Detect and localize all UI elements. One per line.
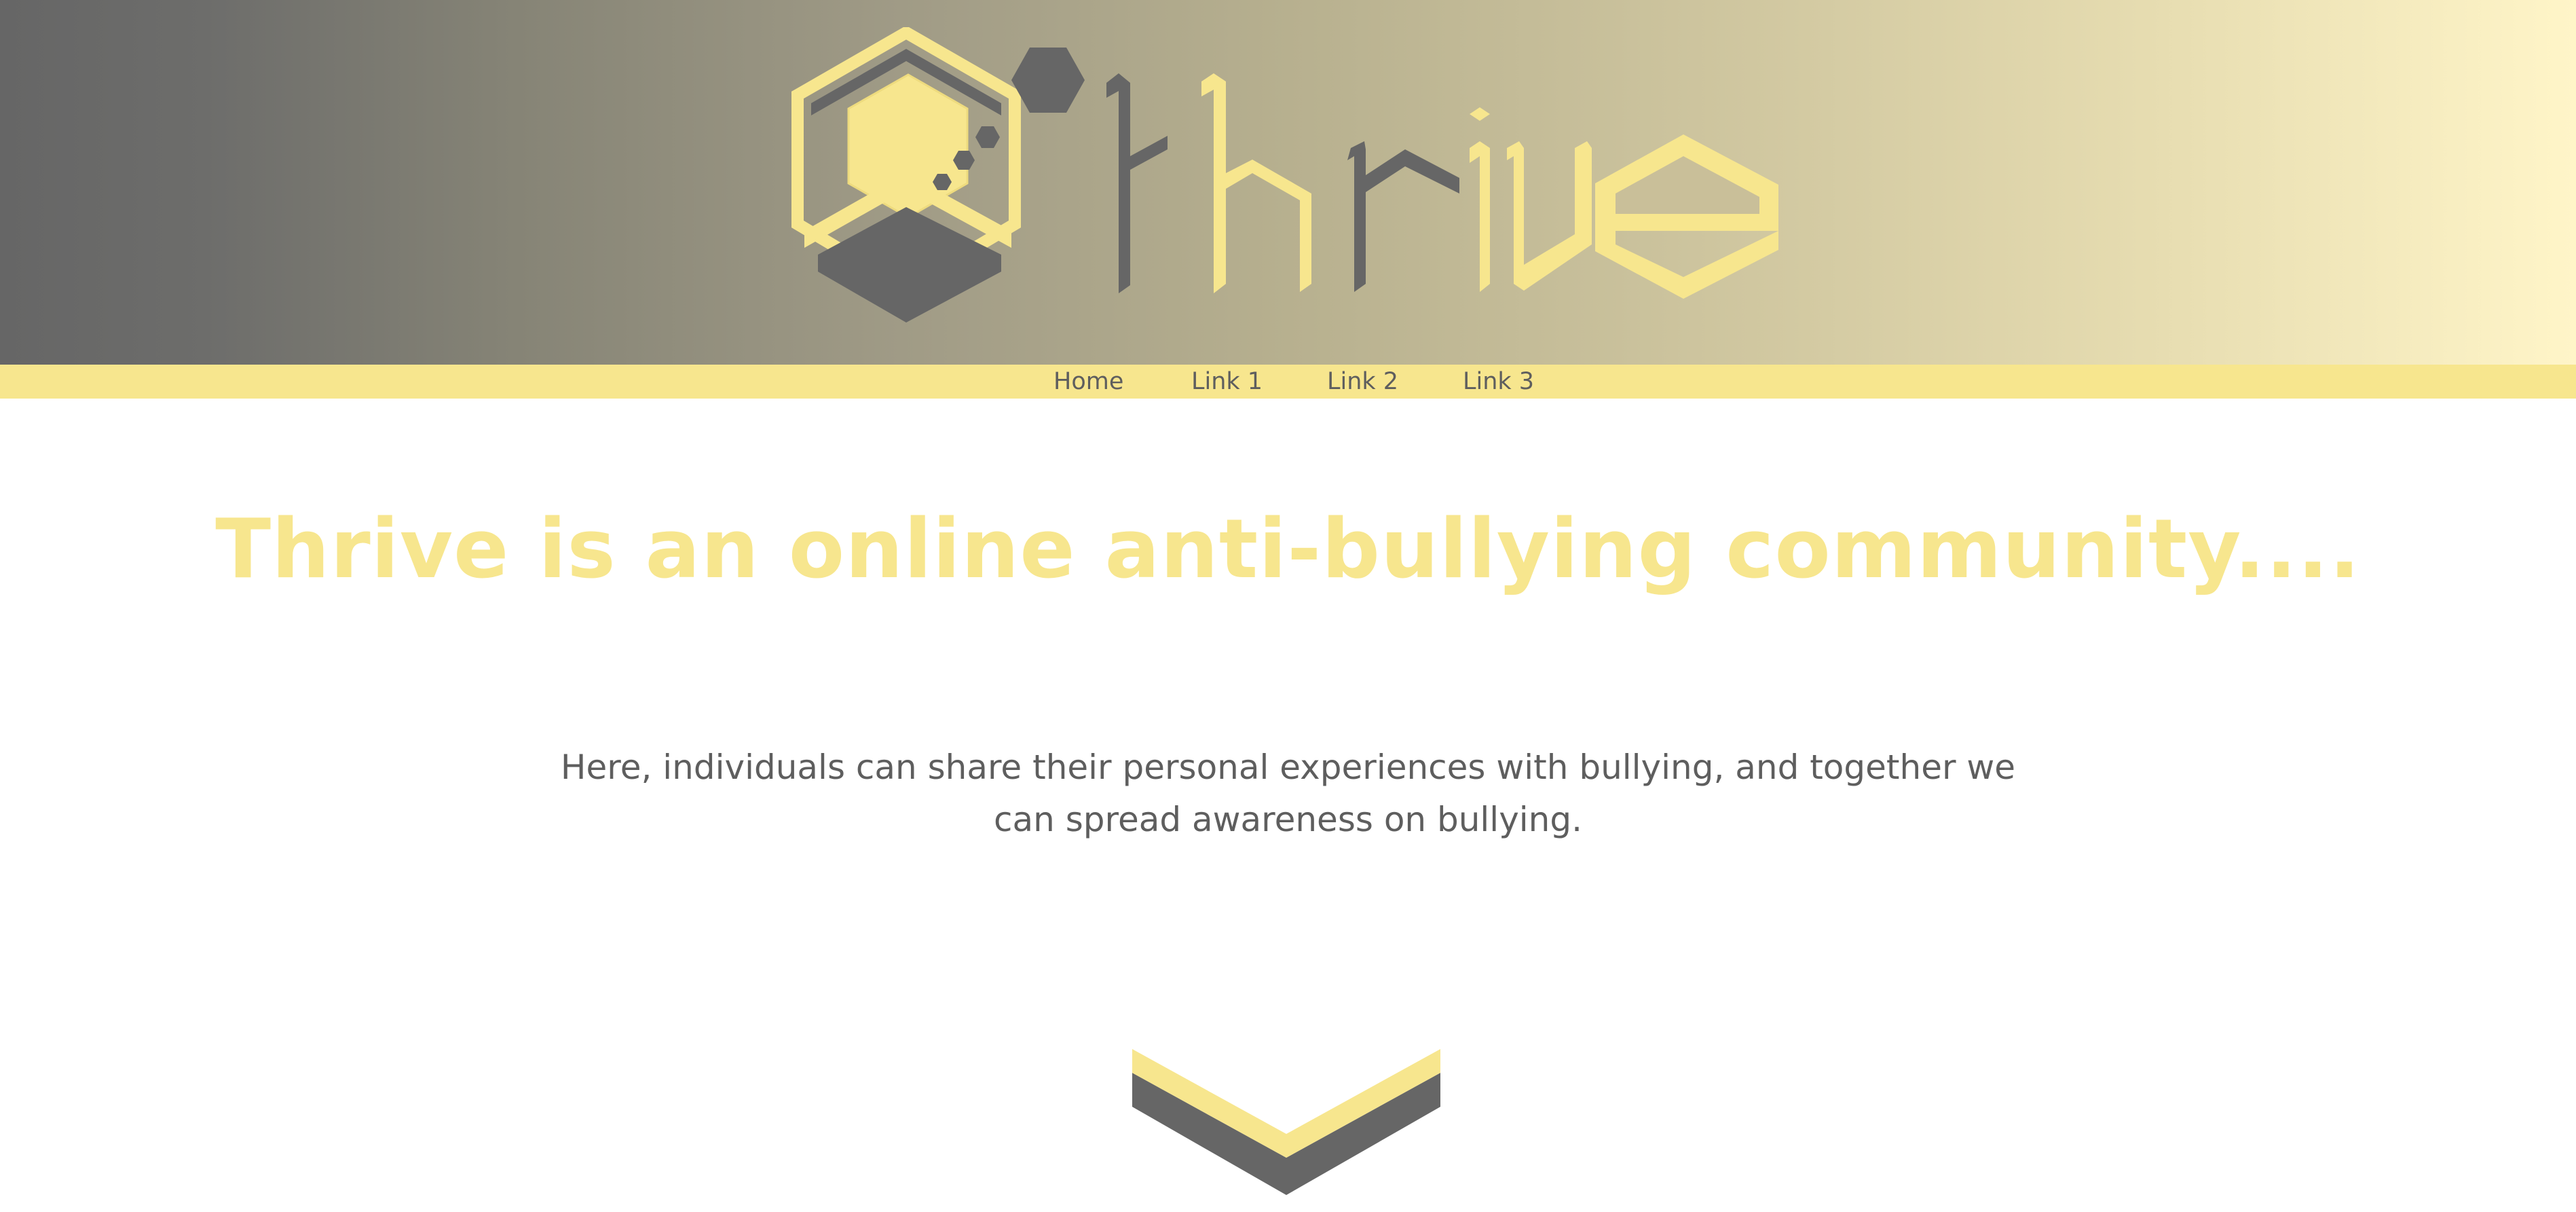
nav-link-home[interactable]: Home [1053, 365, 1123, 399]
nav-link-1[interactable]: Link 1 [1191, 365, 1263, 399]
logo-wordmark [1106, 73, 1778, 299]
hero-description: Here, individuals can share their person… [560, 748, 2016, 839]
nav-link-3[interactable]: Link 3 [1463, 365, 1534, 399]
main-nav-bar: Home Link 1 Link 2 Link 3 [0, 365, 2576, 399]
hero-headline: Thrive is an online anti-bullying commun… [215, 502, 2361, 597]
thrive-logo[interactable] [787, 27, 1792, 339]
hexagon-honeycomb-logo-icon [791, 27, 1085, 323]
header-banner [0, 0, 2576, 365]
nav-link-2[interactable]: Link 2 [1327, 365, 1398, 399]
chevron-down-icon[interactable] [1130, 1049, 1442, 1198]
